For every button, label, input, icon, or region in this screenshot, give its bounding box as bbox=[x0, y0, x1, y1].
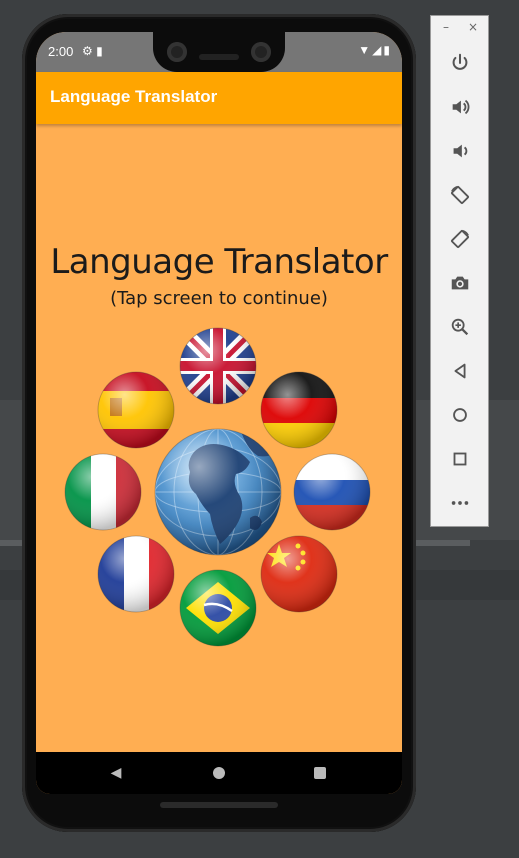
flags-globe-illustration bbox=[64, 327, 371, 647]
recents-nav-button[interactable] bbox=[300, 752, 340, 794]
zoom-button[interactable] bbox=[443, 310, 477, 344]
volume-up-button[interactable] bbox=[443, 90, 477, 124]
settings-icon: ⚙ ▮ bbox=[82, 44, 103, 58]
home-button[interactable] bbox=[443, 398, 477, 432]
splash-subtitle: (Tap screen to continue) bbox=[110, 288, 328, 309]
screenshot-button[interactable] bbox=[443, 266, 477, 300]
home-icon bbox=[213, 767, 225, 779]
device-screen[interactable]: 2:00 ⚙ ▮ ▼◢▮ Language Translator Languag… bbox=[36, 32, 402, 794]
earpiece-speaker bbox=[199, 54, 239, 60]
emulator-toolbar: – × bbox=[430, 15, 489, 527]
rotate-right-button[interactable] bbox=[443, 222, 477, 256]
status-bar: 2:00 ⚙ ▮ ▼◢▮ bbox=[36, 32, 402, 72]
bottom-speaker-grille bbox=[160, 802, 278, 808]
back-button[interactable] bbox=[443, 354, 477, 388]
volume-down-icon bbox=[453, 144, 468, 158]
system-nav-bar: ◀ bbox=[36, 752, 402, 794]
zoom-in-icon bbox=[451, 318, 469, 336]
app-bar-title: Language Translator bbox=[50, 87, 218, 106]
globe-icon bbox=[154, 428, 282, 556]
power-icon bbox=[452, 53, 468, 70]
wifi-signal-battery-icons: ▼◢▮ bbox=[358, 43, 392, 57]
app-bar: Language Translator bbox=[36, 72, 402, 124]
phone-frame: 2:00 ⚙ ▮ ▼◢▮ Language Translator Languag… bbox=[22, 14, 416, 832]
front-camera-icon bbox=[167, 42, 187, 62]
status-time: 2:00 bbox=[48, 44, 74, 59]
front-camera-icon bbox=[251, 42, 271, 62]
splash-headline: Language Translator bbox=[50, 242, 388, 282]
home-circle-icon bbox=[453, 408, 467, 422]
volume-down-button[interactable] bbox=[443, 134, 477, 168]
overview-button[interactable] bbox=[443, 442, 477, 476]
back-nav-button[interactable]: ◀ bbox=[96, 752, 136, 794]
minimize-button[interactable]: – bbox=[443, 20, 449, 34]
volume-up-icon bbox=[452, 99, 470, 115]
back-triangle-icon bbox=[454, 363, 466, 379]
more-dots-icon bbox=[451, 501, 469, 505]
overview-icon bbox=[314, 767, 326, 779]
rotate-left-icon bbox=[451, 186, 469, 204]
camera-notch bbox=[153, 32, 285, 72]
rotate-left-button[interactable] bbox=[443, 178, 477, 212]
power-button[interactable] bbox=[443, 46, 477, 80]
more-button[interactable] bbox=[443, 486, 477, 520]
camera-icon bbox=[451, 276, 469, 290]
home-nav-button[interactable] bbox=[199, 752, 239, 794]
close-button[interactable]: × bbox=[468, 20, 478, 34]
rotate-right-icon bbox=[451, 230, 469, 248]
overview-square-icon bbox=[453, 452, 467, 466]
